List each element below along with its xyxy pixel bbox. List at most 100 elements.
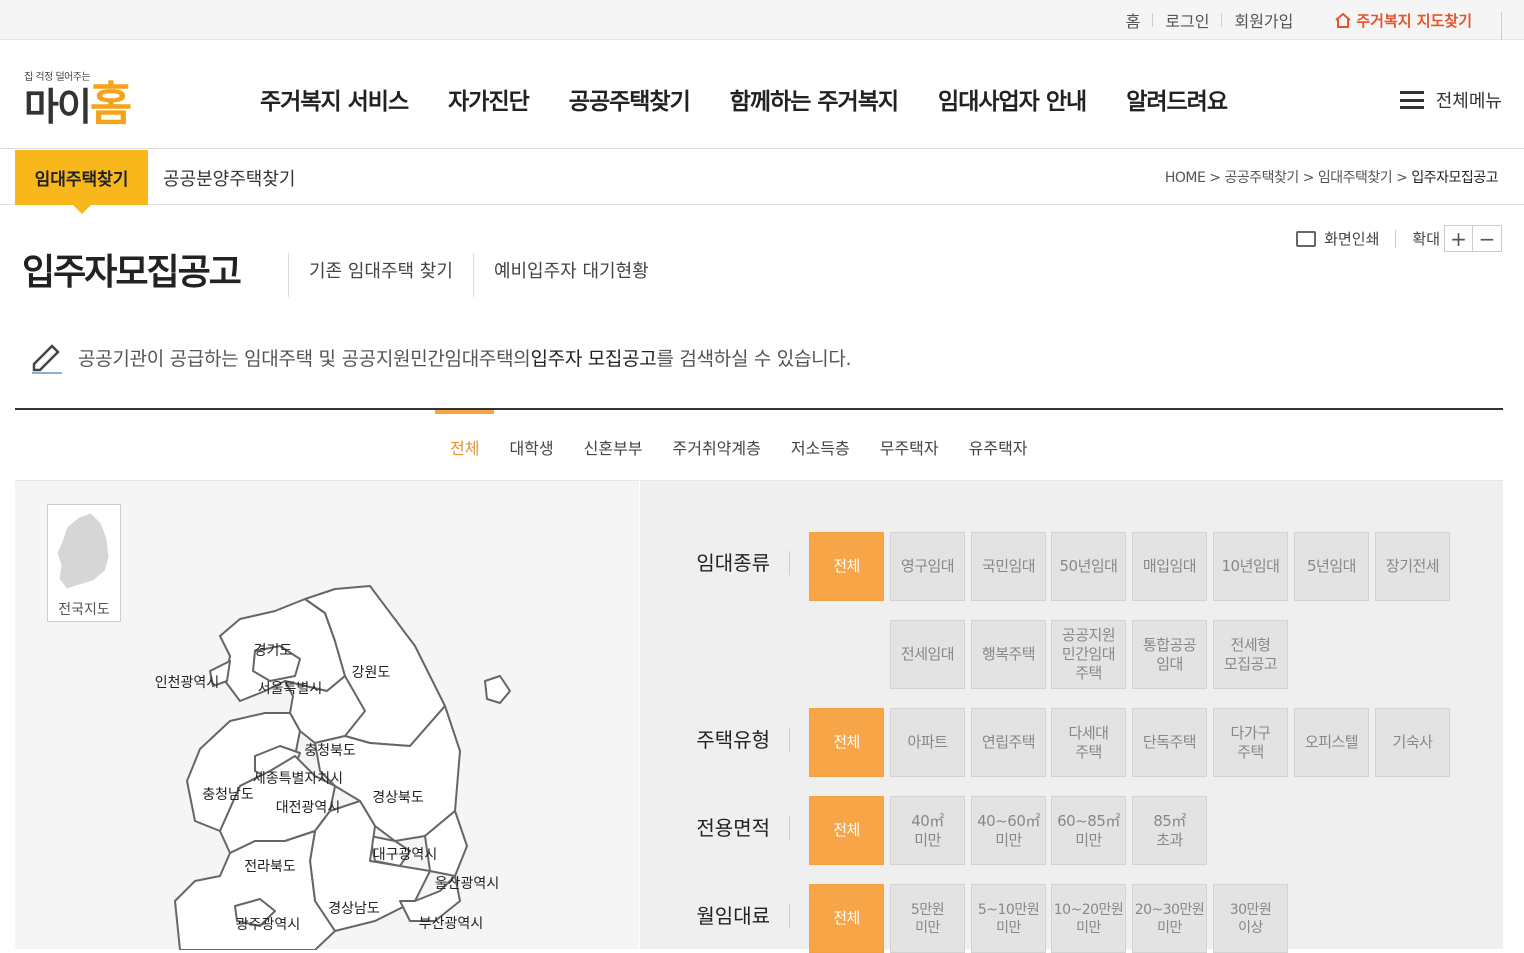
zoom-in-button[interactable]: + bbox=[1444, 225, 1473, 252]
option-button[interactable]: 연립주택 bbox=[971, 708, 1046, 777]
tab-all[interactable]: 전체 bbox=[435, 410, 495, 480]
region-incheon[interactable]: 인천광역시 bbox=[155, 675, 219, 691]
waitlist-link[interactable]: 예비입주자 대기현황 bbox=[472, 253, 669, 297]
nav-public-housing[interactable]: 공공주택찾기 bbox=[568, 82, 691, 116]
existing-rental-link[interactable]: 기존 임대주택 찾기 bbox=[288, 253, 473, 297]
korea-region-map[interactable]: 경기도 인천광역시 서울특별시 강원도 충청북도 세종특별자치시 충청남도 대전… bbox=[15, 481, 639, 950]
filter-label-rent-type: 임대종류 bbox=[640, 547, 790, 576]
pencil-icon bbox=[32, 344, 62, 374]
nav-notice[interactable]: 알려드려요 bbox=[1126, 82, 1228, 116]
site-header: 집 걱정 덜어주는 마이홈 주거복지 서비스 자가진단 공공주택찾기 함께하는 … bbox=[0, 40, 1524, 149]
subtab-public-sale[interactable]: 공공분양주택찾기 bbox=[163, 150, 295, 205]
home-link[interactable]: 홈 bbox=[1114, 8, 1153, 32]
region-map-panel: 전국지도 경기도 인천광역시 서울특별시 강원도 충청북도 세종특별자치시 충청… bbox=[15, 480, 639, 950]
filter-panel: 임대종류 주택유형 전용면적 월임대료 전체 영구임대 국민임대 50년임대 매… bbox=[640, 480, 1503, 953]
option-button[interactable]: 5~10만원 미만 bbox=[971, 884, 1046, 953]
option-button[interactable]: 행복주택 bbox=[971, 620, 1046, 689]
logo[interactable]: 집 걱정 덜어주는 마이홈 bbox=[24, 68, 164, 128]
tab-newlywed[interactable]: 신혼부부 bbox=[569, 410, 658, 480]
region-chungnam[interactable]: 충청남도 bbox=[202, 787, 254, 803]
nav-welfare-service[interactable]: 주거복지 서비스 bbox=[260, 82, 409, 116]
region-seoul[interactable]: 서울특별시 bbox=[258, 681, 322, 697]
printer-icon[interactable] bbox=[1296, 230, 1317, 247]
option-button[interactable]: 전체 bbox=[809, 796, 884, 865]
option-button[interactable]: 다가구 주택 bbox=[1213, 708, 1288, 777]
option-button[interactable]: 40㎡ 미만 bbox=[890, 796, 965, 865]
breadcrumb-item[interactable]: 공공주택찾기 bbox=[1224, 170, 1299, 186]
desc-highlight: 입주자 모집공고 bbox=[530, 347, 657, 370]
page-tools: 화면인쇄 확대 + − bbox=[1296, 225, 1502, 252]
option-button[interactable]: 통합공공 임대 bbox=[1132, 620, 1207, 689]
region-daegu[interactable]: 대구광역시 bbox=[373, 847, 437, 863]
join-link[interactable]: 회원가입 bbox=[1222, 8, 1305, 32]
hamburger-icon bbox=[1399, 91, 1424, 109]
option-button[interactable]: 5년임대 bbox=[1294, 532, 1369, 601]
sub-nav: 임대주택찾기 공공분양주택찾기 HOME > 공공주택찾기 > 임대주택찾기 >… bbox=[0, 150, 1524, 214]
option-button[interactable]: 40~60㎡ 미만 bbox=[971, 796, 1046, 865]
option-button[interactable]: 장기전세 bbox=[1375, 532, 1450, 601]
option-button[interactable]: 20~30만원 미만 bbox=[1132, 884, 1207, 953]
option-button[interactable]: 국민임대 bbox=[971, 532, 1046, 601]
option-button[interactable]: 50년임대 bbox=[1051, 532, 1126, 601]
region-daejeon[interactable]: 대전광역시 bbox=[276, 800, 340, 816]
zoom-out-button[interactable]: − bbox=[1473, 225, 1502, 252]
nav-self-diagnosis[interactable]: 자가진단 bbox=[448, 82, 530, 116]
region-busan[interactable]: 부산광역시 bbox=[419, 916, 483, 932]
region-gyeongbuk[interactable]: 경상북도 bbox=[372, 790, 424, 806]
breadcrumb-item[interactable]: 임대주택찾기 bbox=[1318, 170, 1393, 186]
region-chungbuk[interactable]: 충청북도 bbox=[304, 743, 356, 759]
subtab-rental-housing[interactable]: 임대주택찾기 bbox=[15, 150, 148, 214]
home-icon bbox=[1335, 12, 1352, 28]
option-button[interactable]: 전체 bbox=[809, 532, 884, 601]
option-button[interactable]: 영구임대 bbox=[890, 532, 965, 601]
page-description: 공공기관이 공급하는 임대주택 및 공공지원민간임대주택의 입주자 모집공고 를 … bbox=[30, 340, 852, 374]
welfare-map-link[interactable]: 주거복지 지도찾기 bbox=[1305, 10, 1484, 31]
option-button[interactable]: 아파트 bbox=[890, 708, 965, 777]
category-tabs: 전체 대학생 신혼부부 주거취약계층 저소득층 무주택자 유주택자 bbox=[435, 410, 1043, 480]
option-button[interactable]: 전세형 모집공고 bbox=[1213, 620, 1288, 689]
tab-low-income[interactable]: 저소득층 bbox=[776, 410, 865, 480]
tab-student[interactable]: 대학생 bbox=[494, 410, 568, 480]
option-button[interactable]: 공공지원 민간임대 주택 bbox=[1051, 620, 1126, 689]
option-button[interactable]: 전체 bbox=[809, 884, 884, 953]
filter-label-area: 전용면적 bbox=[640, 812, 790, 841]
nav-together-welfare[interactable]: 함께하는 주거복지 bbox=[730, 82, 899, 116]
option-button[interactable]: 30만원 이상 bbox=[1213, 884, 1288, 953]
option-button[interactable]: 매입임대 bbox=[1132, 532, 1207, 601]
region-gyeongnam[interactable]: 경상남도 bbox=[328, 901, 380, 917]
region-gangwon[interactable]: 강원도 bbox=[352, 665, 391, 681]
option-button[interactable]: 단독주택 bbox=[1132, 708, 1207, 777]
zoom-label: 확대 bbox=[1412, 230, 1440, 248]
breadcrumb-item[interactable]: HOME bbox=[1165, 170, 1206, 186]
option-button[interactable]: 60~85㎡ 미만 bbox=[1051, 796, 1126, 865]
tab-vulnerable[interactable]: 주거취약계층 bbox=[658, 410, 776, 480]
welfare-map-label: 주거복지 지도찾기 bbox=[1356, 11, 1472, 30]
region-gyeonggi[interactable]: 경기도 bbox=[254, 643, 293, 659]
tab-homeowner[interactable]: 유주택자 bbox=[954, 410, 1043, 480]
option-button[interactable]: 전체 bbox=[809, 708, 884, 777]
option-button[interactable]: 기숙사 bbox=[1375, 708, 1450, 777]
page-title: 입주자모집공고 bbox=[22, 252, 242, 293]
option-button[interactable]: 10~20만원 미만 bbox=[1051, 884, 1126, 953]
region-sejong[interactable]: 세종특별자치시 bbox=[253, 771, 343, 787]
region-ulsan[interactable]: 울산광역시 bbox=[435, 876, 499, 892]
region-jeonbuk[interactable]: 전라북도 bbox=[244, 859, 296, 875]
main-nav: 주거복지 서비스 자가진단 공공주택찾기 함께하는 주거복지 임대사업자 안내 … bbox=[260, 82, 1267, 116]
option-button[interactable]: 전세임대 bbox=[890, 620, 965, 689]
option-button[interactable]: 다세대 주택 bbox=[1051, 708, 1126, 777]
region-gwangju[interactable]: 광주광역시 bbox=[236, 917, 300, 933]
desc-text-b: 를 검색하실 수 있습니다. bbox=[656, 347, 852, 370]
tab-homeless[interactable]: 무주택자 bbox=[865, 410, 954, 480]
option-button[interactable]: 10년임대 bbox=[1213, 532, 1288, 601]
nav-landlord-guide[interactable]: 임대사업자 안내 bbox=[938, 82, 1087, 116]
option-button[interactable]: 5만원 미만 bbox=[890, 884, 965, 953]
option-button[interactable]: 85㎡ 초과 bbox=[1132, 796, 1207, 865]
logo-name-a: 마이 bbox=[24, 85, 92, 129]
login-link[interactable]: 로그인 bbox=[1153, 8, 1221, 32]
print-label[interactable]: 화면인쇄 bbox=[1324, 228, 1379, 249]
logo-name: 마이홈 bbox=[24, 81, 164, 129]
desc-text-a: 공공기관이 공급하는 임대주택 및 공공지원민간임대주택의 bbox=[78, 347, 531, 370]
filter-label-rent: 월임대료 bbox=[640, 900, 790, 929]
all-menu-button[interactable]: 전체메뉴 bbox=[1399, 87, 1502, 113]
option-button[interactable]: 오피스텔 bbox=[1294, 708, 1369, 777]
